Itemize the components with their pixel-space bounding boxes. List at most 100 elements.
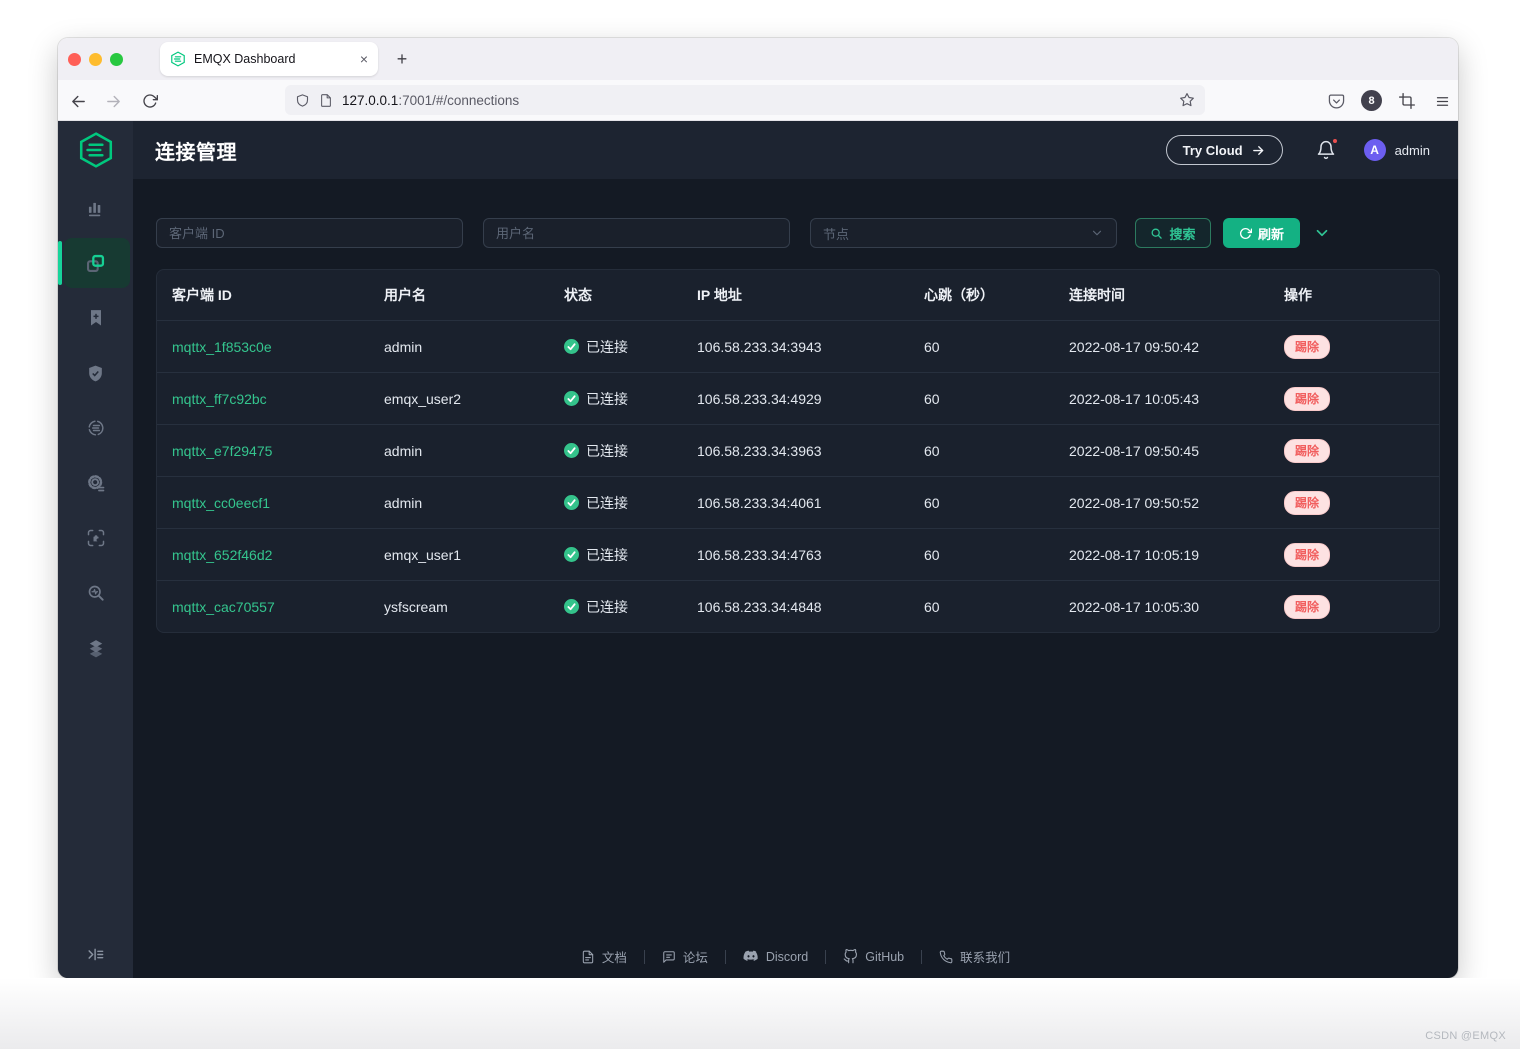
back-icon[interactable] [65,88,91,114]
diagnose-icon [86,583,106,603]
footer-link-discord[interactable]: Discord [743,950,808,964]
maximize-window-button[interactable] [110,53,123,66]
puzzle-icon [86,528,106,548]
connected-check-icon [564,547,579,562]
watermark: CSDN @EMQX [1425,1030,1506,1042]
monitoring-icon [85,198,106,219]
client-id-link[interactable]: mqttx_cac70557 [172,599,275,615]
discord-icon [743,950,759,964]
contact-phone-icon [939,950,953,964]
node-select[interactable]: 节点 [810,218,1117,248]
avatar[interactable]: A [1364,139,1386,161]
close-window-button[interactable] [68,53,81,66]
col-keepalive: 心跳（秒） [924,285,1069,305]
status-label: 已连接 [586,545,628,565]
kick-button[interactable]: 踢除 [1284,543,1330,567]
sidebar-item-retained-messages[interactable] [58,403,133,453]
connections-icon [85,253,106,274]
browser-window: EMQX Dashboard × + 127.0.0.1:7001/#/conn… [58,38,1458,978]
client-id-link[interactable]: mqttx_1f853c0e [172,339,272,355]
username-cell: emqx_user2 [384,391,564,407]
col-username: 用户名 [384,285,564,305]
footer-link-contact[interactable]: 联系我们 [939,947,1010,966]
refresh-button[interactable]: 刷新 [1223,218,1300,248]
page-bottom-gradient [0,978,1520,1049]
footer-link-forum[interactable]: 论坛 [662,947,708,966]
kick-button[interactable]: 踢除 [1284,491,1330,515]
footer-divider [725,950,726,964]
username-input[interactable] [483,218,790,248]
browser-tab[interactable]: EMQX Dashboard × [160,42,378,76]
table-row: mqttx_cc0eecf1 admin 已连接 106.58.233.34:4… [157,476,1439,528]
sidebar-nav [58,183,133,673]
screenshot-icon[interactable] [1394,88,1420,114]
client-id-link[interactable]: mqttx_e7f29475 [172,443,272,459]
extension-badge[interactable]: 8 [1361,90,1382,111]
sidebar-item-system-settings[interactable] [58,458,133,508]
star-icon[interactable] [1179,92,1195,108]
arrow-right-icon [1251,143,1266,158]
footer-divider [921,950,922,964]
forum-icon [662,950,676,964]
reload-icon[interactable] [137,88,163,114]
footer-link-label: 联系我们 [960,947,1010,966]
sidebar-item-connections[interactable] [58,238,133,288]
gear-icon [86,473,106,493]
status-cell: 已连接 [564,337,697,357]
search-button[interactable]: 搜索 [1135,218,1211,248]
emqx-logo-icon[interactable] [58,121,133,179]
shield-icon[interactable] [295,93,310,108]
client-id-link[interactable]: mqttx_cc0eecf1 [172,495,270,511]
kick-button[interactable]: 踢除 [1284,439,1330,463]
sidebar-item-access-control[interactable] [58,348,133,398]
sidebar-item-extensions[interactable] [58,513,133,563]
footer-link-docs[interactable]: 文档 [581,947,627,966]
search-icon [1150,227,1163,240]
menu-icon[interactable] [1429,88,1455,114]
footer: 文档 论坛 Discord GitHub [133,947,1458,966]
expand-filters-chevron-icon[interactable] [1313,224,1331,242]
client-id-link[interactable]: mqttx_ff7c92bc [172,391,267,407]
collapse-sidebar-icon[interactable] [58,930,133,978]
filter-row: 节点 搜索 刷新 [156,218,1440,248]
sidebar-item-data[interactable] [58,623,133,673]
status-cell: 已连接 [564,389,697,409]
keepalive-cell: 60 [924,391,1069,407]
browser-toolbar: 127.0.0.1:7001/#/connections 8 [58,80,1458,121]
url-text: 127.0.0.1:7001/#/connections [342,93,519,108]
try-cloud-button[interactable]: Try Cloud [1166,135,1283,165]
client-id-input[interactable] [156,218,463,248]
col-ip: IP 地址 [697,285,924,305]
user-name[interactable]: admin [1395,143,1430,158]
forward-icon[interactable] [100,88,126,114]
sidebar-item-monitoring[interactable] [58,183,133,233]
emqx-favicon-icon [170,51,186,67]
col-connected-at: 连接时间 [1069,285,1284,305]
minimize-window-button[interactable] [89,53,102,66]
kick-button[interactable]: 踢除 [1284,335,1330,359]
ip-cell: 106.58.233.34:3963 [697,443,924,459]
notifications-bell-icon[interactable] [1316,140,1336,160]
page-icon[interactable] [319,93,333,108]
new-tab-button[interactable]: + [390,47,414,71]
traffic-lights [68,53,123,66]
sidebar-item-diagnose[interactable] [58,568,133,618]
footer-link-label: Discord [766,950,808,964]
status-cell: 已连接 [564,597,697,617]
client-id-link[interactable]: mqttx_652f46d2 [172,547,272,563]
kick-button[interactable]: 踢除 [1284,387,1330,411]
pocket-icon[interactable] [1323,88,1349,114]
sidebar-item-subscriptions[interactable] [58,293,133,343]
footer-link-label: 文档 [602,947,627,966]
refresh-label: 刷新 [1258,224,1284,243]
table-row: mqttx_e7f29475 admin 已连接 106.58.233.34:3… [157,424,1439,476]
status-label: 已连接 [586,337,628,357]
keepalive-cell: 60 [924,599,1069,615]
connected-check-icon [564,391,579,406]
page-header: 连接管理 Try Cloud A admin [133,121,1458,179]
url-bar[interactable]: 127.0.0.1:7001/#/connections [285,85,1205,115]
tab-close-icon[interactable]: × [360,52,368,66]
retained-messages-icon [86,418,106,438]
kick-button[interactable]: 踢除 [1284,595,1330,619]
footer-link-github[interactable]: GitHub [843,949,904,964]
